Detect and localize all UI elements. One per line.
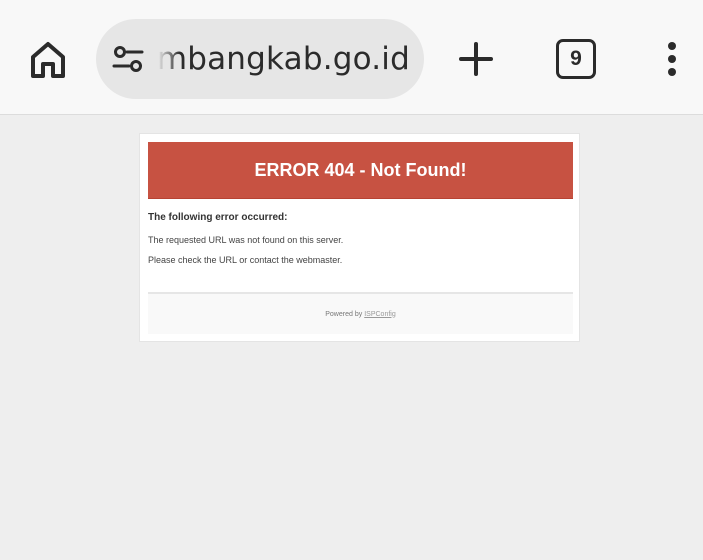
error-banner: ERROR 404 - Not Found! — [148, 142, 573, 199]
tune-icon[interactable] — [110, 41, 146, 77]
error-heading: The following error occurred: — [148, 212, 288, 223]
browser-toolbar: embangkab.go.id 9 — [0, 0, 703, 115]
plus-icon — [459, 42, 493, 76]
menu-button[interactable] — [654, 36, 690, 82]
more-vert-icon — [668, 42, 676, 76]
home-icon — [31, 42, 65, 78]
home-button[interactable] — [22, 34, 74, 86]
tab-count: 9 — [570, 47, 582, 70]
error-message-url: The requested URL was not found on this … — [148, 235, 344, 245]
error-title: ERROR 404 - Not Found! — [254, 159, 467, 180]
error-page-card: ERROR 404 - Not Found! The following err… — [139, 133, 580, 342]
tab-switcher-button[interactable]: 9 — [556, 39, 596, 79]
footer-powered-by: Powered by — [325, 310, 363, 318]
ispconfig-link[interactable]: ISPConfig — [364, 311, 396, 318]
url-fade — [158, 19, 180, 99]
new-tab-button[interactable] — [452, 34, 500, 84]
url-field[interactable]: embangkab.go.id — [158, 19, 410, 99]
page-footer: Powered by ISPConfig — [148, 292, 573, 334]
address-bar[interactable]: embangkab.go.id — [96, 19, 424, 99]
error-message-webmaster: Please check the URL or contact the webm… — [148, 255, 343, 265]
url-text: embangkab.go.id — [158, 41, 410, 77]
